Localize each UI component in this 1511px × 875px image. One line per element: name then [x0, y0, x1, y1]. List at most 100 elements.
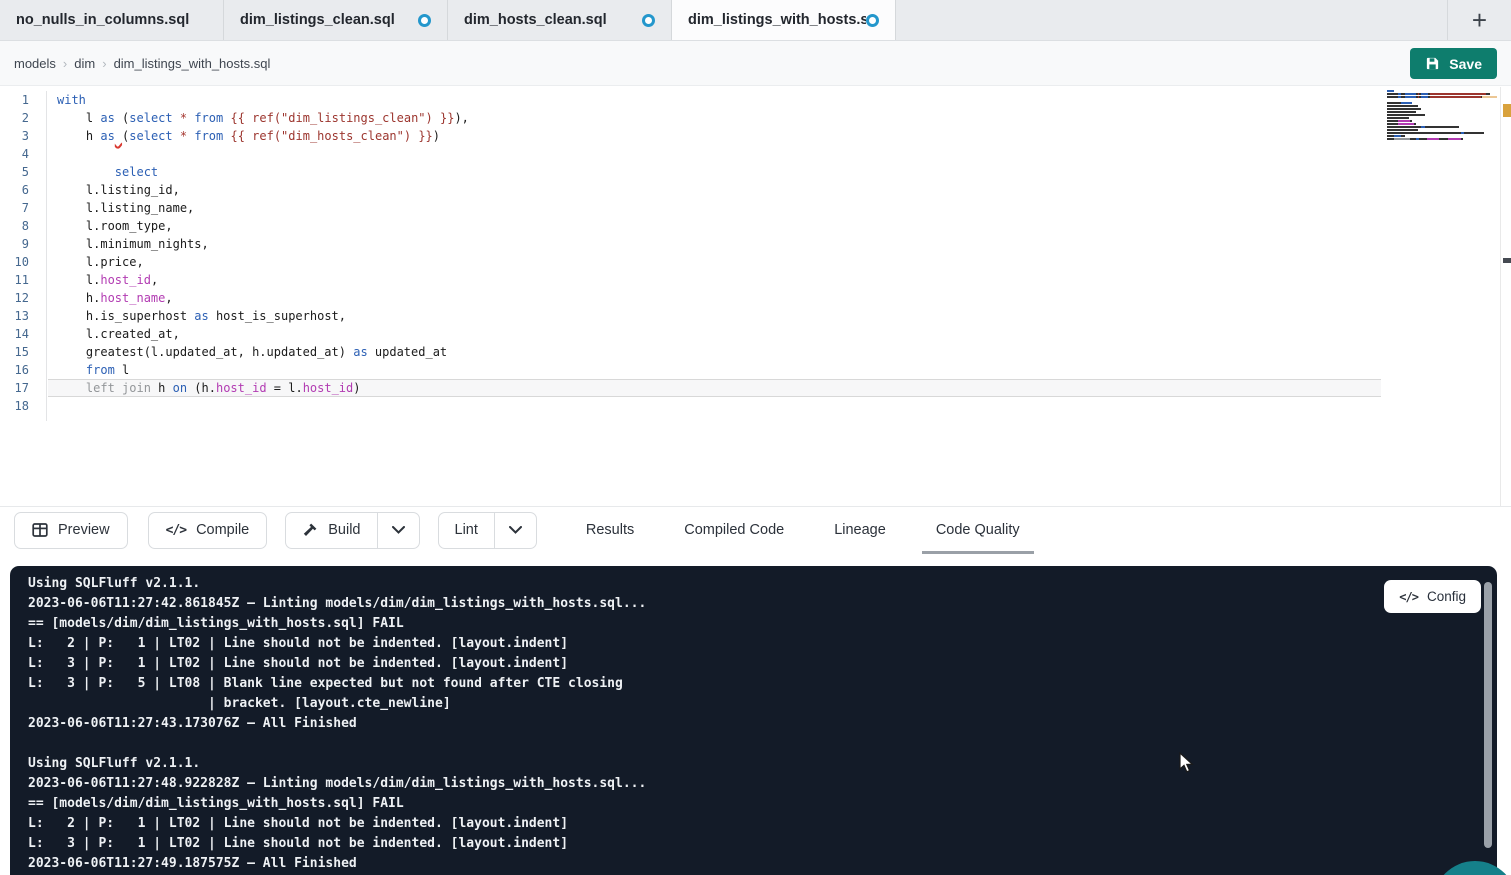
minimap-line: [1387, 132, 1497, 134]
line-number: 13: [0, 307, 46, 325]
unsaved-dot-icon[interactable]: [866, 14, 879, 27]
minimap-line: [1387, 123, 1497, 125]
compile-button[interactable]: </> Compile: [148, 512, 268, 549]
preview-label: Preview: [58, 522, 110, 538]
breadcrumb-item[interactable]: models: [14, 56, 56, 71]
build-button[interactable]: Build: [286, 513, 376, 548]
code-brackets-icon: </>: [166, 523, 186, 538]
new-tab-button[interactable]: +: [1472, 7, 1487, 33]
breadcrumb-item[interactable]: dim: [74, 56, 95, 71]
code-brackets-icon: </>: [1399, 590, 1418, 604]
terminal-line: L: 3 | P: 1 | LT02 | Line should not be …: [28, 834, 1497, 854]
code-token: from: [194, 111, 223, 125]
lint-button[interactable]: Lint: [439, 513, 494, 548]
terminal-line: 2023-06-06T11:27:48.922828Z – Linting mo…: [28, 774, 1497, 794]
minimap-segment: [1461, 138, 1463, 140]
code-token: h.: [57, 291, 100, 305]
code-line[interactable]: l.price,: [48, 253, 1381, 271]
code-token: host_name: [100, 291, 165, 305]
line-number: 3: [0, 127, 46, 145]
minimap-segment: [1387, 93, 1398, 95]
terminal-line: == [models/dim/dim_listings_with_hosts.s…: [28, 614, 1497, 634]
lint-dropdown-button[interactable]: [494, 513, 536, 548]
editor-tab[interactable]: dim_listings_with_hosts.sql: [672, 0, 896, 40]
minimap-segment: [1421, 96, 1428, 98]
terminal-panel: Using SQLFluff v2.1.1.2023-06-06T11:27:4…: [10, 566, 1497, 875]
code-line[interactable]: with: [48, 91, 1381, 109]
panel-tab-code-quality[interactable]: Code Quality: [929, 507, 1027, 554]
code-token: (: [115, 111, 129, 125]
minimap-segment: [1387, 120, 1398, 122]
code-line[interactable]: l.minimum_nights,: [48, 235, 1381, 253]
preview-table-icon: [32, 522, 48, 538]
minimap-line: [1387, 129, 1497, 131]
minimap[interactable]: [1387, 87, 1497, 144]
terminal-line: L: 2 | P: 1 | LT02 | Line should not be …: [28, 634, 1497, 654]
config-button[interactable]: </> Config: [1384, 580, 1481, 613]
terminal-line: | bracket. [layout.cte_newline]: [28, 694, 1497, 714]
code-token: [57, 165, 115, 179]
code-line[interactable]: l.listing_name,: [48, 199, 1381, 217]
code-line[interactable]: l.room_type,: [48, 217, 1381, 235]
code-line[interactable]: l.host_id,: [48, 271, 1381, 289]
minimap-segment: [1425, 126, 1459, 128]
overview-ruler: [1500, 87, 1511, 506]
code-line[interactable]: h.host_name,: [48, 289, 1381, 307]
code-token: host_id: [216, 381, 267, 395]
code-line[interactable]: [48, 145, 1381, 163]
config-label: Config: [1427, 589, 1466, 604]
line-number: 1: [0, 91, 46, 109]
minimap-segment: [1410, 120, 1412, 122]
minimap-line: [1387, 135, 1497, 137]
code-line[interactable]: l.listing_id,: [48, 181, 1381, 199]
minimap-segment: [1387, 123, 1398, 125]
minimap-segment: [1387, 138, 1394, 140]
editor-tab[interactable]: dim_hosts_clean.sql: [448, 0, 672, 40]
minimap-segment: [1387, 126, 1421, 128]
terminal-line: 2023-06-06T11:27:43.173076Z – All Finish…: [28, 714, 1497, 734]
code-line[interactable]: left join h on (h.host_id = l.host_id): [48, 379, 1381, 397]
breadcrumb: models›dim›dim_listings_with_hosts.sql: [14, 56, 270, 71]
code-token: l.created_at,: [57, 327, 180, 341]
code-editor[interactable]: 123456789101112131415161718 with l as (s…: [0, 87, 1511, 506]
minimap-line: [1387, 141, 1497, 143]
panel-tab-results[interactable]: Results: [579, 507, 641, 554]
minimap-segment: [1394, 135, 1401, 137]
minimap-segment: [1387, 96, 1398, 98]
breadcrumb-item[interactable]: dim_listings_with_hosts.sql: [114, 56, 271, 71]
code-line[interactable]: l as (select * from {{ ref("dim_listings…: [48, 109, 1381, 127]
line-number: 18: [0, 397, 46, 415]
hammer-icon: [302, 522, 318, 538]
code-token: h: [151, 381, 173, 395]
panel-tab-lineage[interactable]: Lineage: [827, 507, 893, 554]
panel-tab-compiled-code[interactable]: Compiled Code: [677, 507, 791, 554]
minimap-segment: [1464, 132, 1484, 134]
code-line[interactable]: select: [48, 163, 1381, 181]
preview-button[interactable]: Preview: [14, 512, 128, 549]
code-token: l: [115, 363, 129, 377]
line-number: 8: [0, 217, 46, 235]
code-line[interactable]: [48, 397, 1381, 415]
code-token: with: [57, 93, 86, 107]
code-line[interactable]: h.is_superhost as host_is_superhost,: [48, 307, 1381, 325]
terminal-scrollbar[interactable]: [1484, 582, 1492, 848]
code-line[interactable]: greatest(l.updated_at, h.updated_at) as …: [48, 343, 1381, 361]
minimap-segment: [1387, 117, 1409, 119]
build-dropdown-button[interactable]: [377, 513, 419, 548]
unsaved-dot-icon[interactable]: [418, 14, 431, 27]
editor-tab[interactable]: no_nulls_in_columns.sql: [0, 0, 224, 40]
unsaved-dot-icon[interactable]: [642, 14, 655, 27]
code-line[interactable]: l.created_at,: [48, 325, 1381, 343]
code-line[interactable]: h as (select * from {{ ref("dim_hosts_cl…: [48, 127, 1381, 145]
chevron-down-icon: [392, 526, 405, 534]
minimap-line: [1387, 117, 1497, 119]
code-token: [115, 129, 122, 143]
line-number: 17: [0, 379, 46, 397]
minimap-line: [1387, 114, 1497, 116]
editor-tab[interactable]: dim_listings_clean.sql: [224, 0, 448, 40]
code-line[interactable]: from l: [48, 361, 1381, 379]
minimap-segment: [1387, 132, 1461, 134]
save-button[interactable]: Save: [1410, 48, 1497, 79]
code-area[interactable]: with l as (select * from {{ ref("dim_lis…: [48, 91, 1381, 415]
line-number: 12: [0, 289, 46, 307]
